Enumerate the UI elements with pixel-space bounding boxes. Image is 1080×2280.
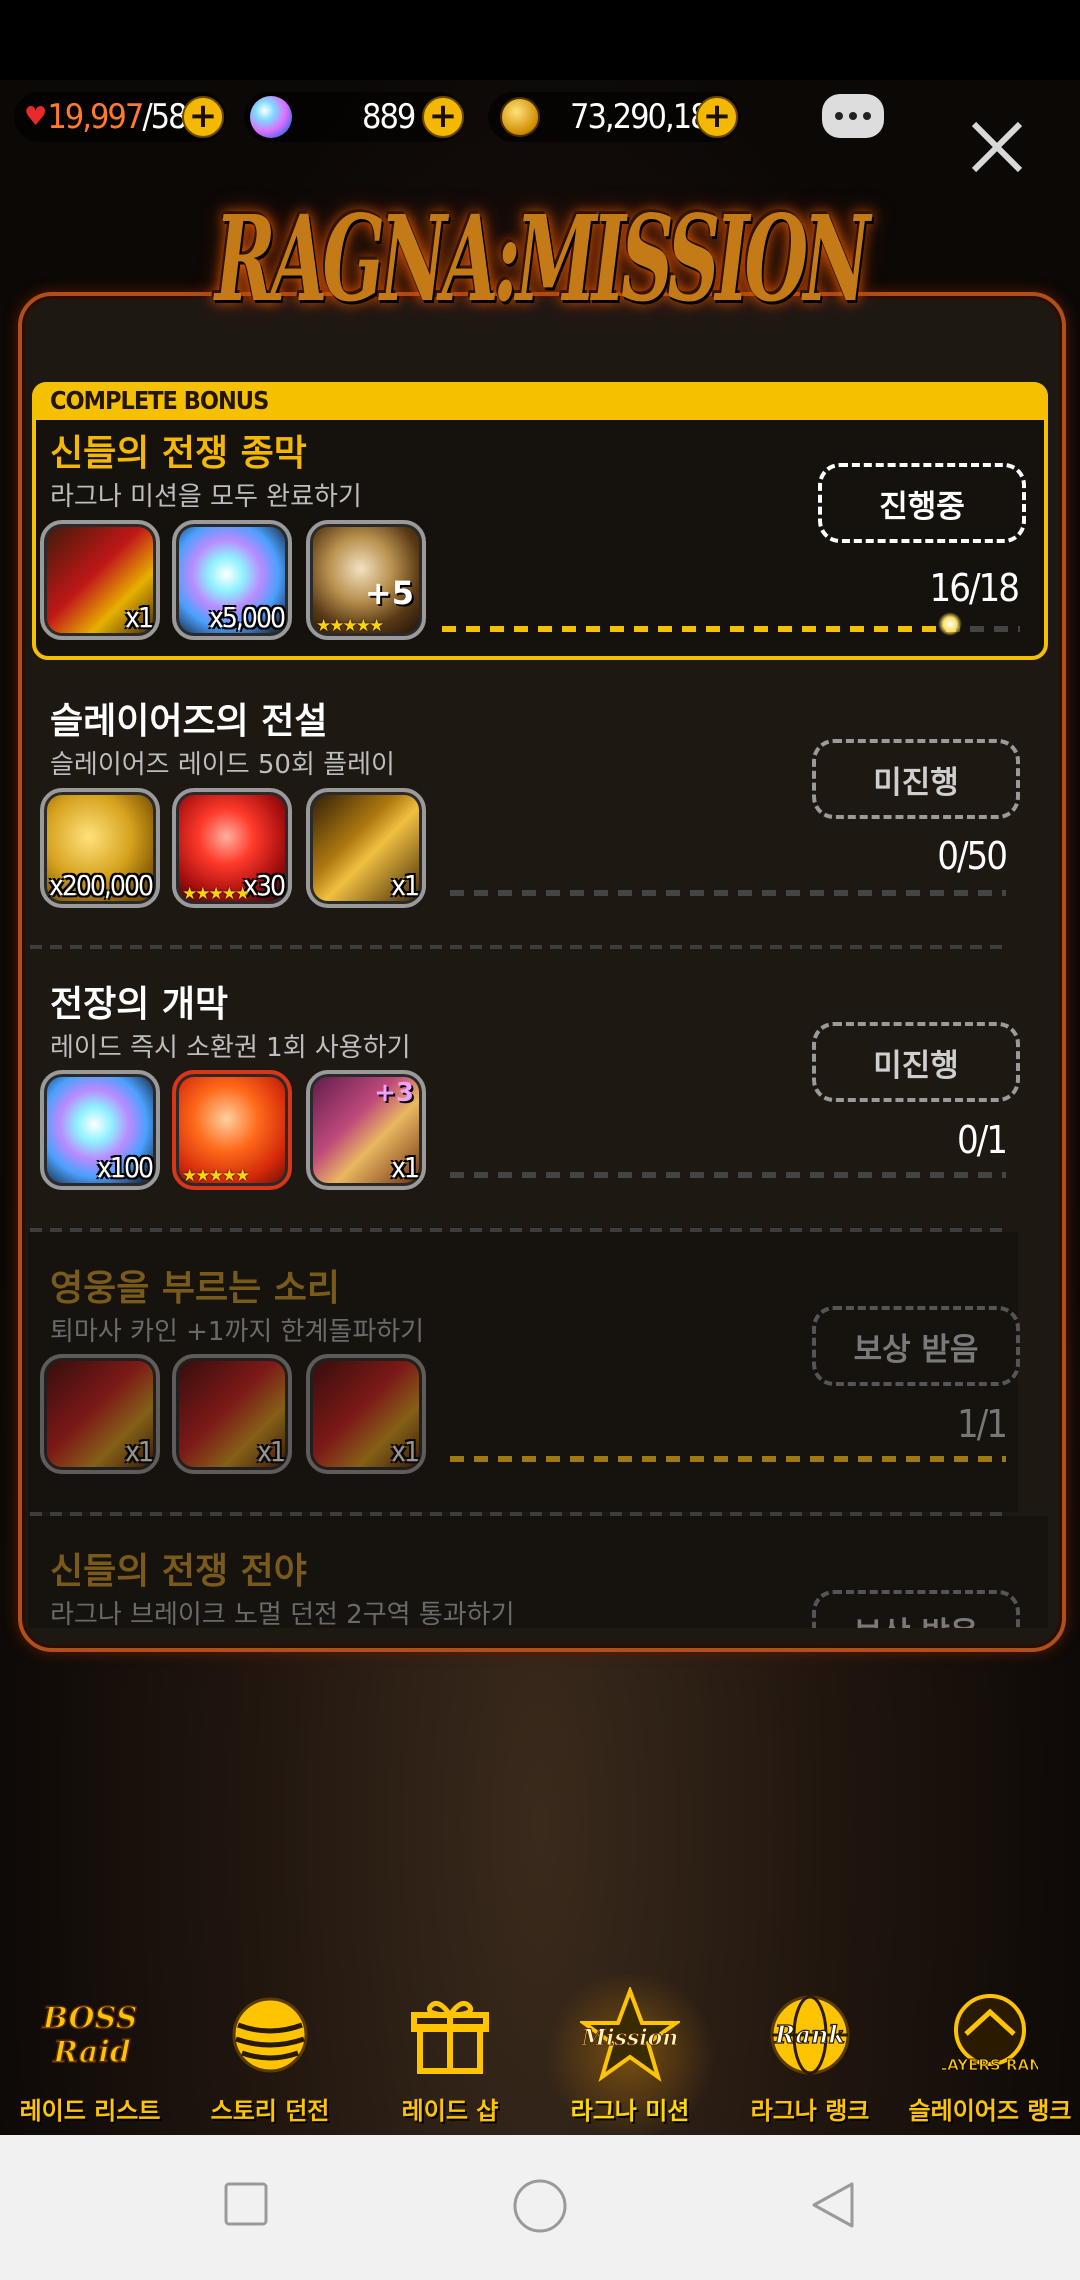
menu-ragna-rank[interactable]: Rank 라그나 랭크	[720, 1975, 900, 2135]
separator	[30, 945, 1010, 949]
close-icon[interactable]	[962, 112, 1032, 182]
recent-apps-icon[interactable]	[222, 2180, 270, 2228]
mission-count: 0/1	[956, 1118, 1008, 1162]
menu-label: 슬레이어즈 랭크	[908, 2097, 1072, 2125]
menu-ragna-mission[interactable]: Mission 라그나 미션	[540, 1975, 720, 2135]
enhance-stone-icon: +5 ★★★★★	[306, 520, 426, 640]
mission-desc: 슬레이어즈 레이드 50회 플레이	[50, 750, 395, 780]
mission-desc: 퇴마사 카인 +1까지 한계돌파하기	[50, 1317, 425, 1347]
menu-label: 레이드 샵	[401, 2097, 499, 2125]
story-orb-icon	[220, 1985, 320, 2085]
add-gem-button[interactable]: +	[422, 96, 464, 138]
summon-ticket-icon: +3 x1	[306, 1070, 426, 1190]
svg-text:BOSS: BOSS	[42, 2001, 138, 2036]
mission-count: 0/50	[937, 834, 1008, 878]
svg-text:Raid: Raid	[52, 2035, 130, 2070]
add-stamina-button[interactable]: +	[182, 96, 224, 138]
bottom-menu: BOSS Raid 레이드 리스트 스토리 던전 레이드 샵 Mission 라…	[0, 1975, 1080, 2135]
heart-icon: ♥	[24, 102, 48, 132]
mission-title: 신들의 전쟁 전야	[50, 1551, 307, 1592]
svg-text:Mission: Mission	[581, 2025, 679, 2051]
menu-label: 라그나 미션	[570, 2097, 690, 2125]
mission-desc: 라그나 브레이크 노멀 던전 2구역 통과하기	[50, 1600, 515, 1628]
mission-desc: 레이드 즉시 소환권 1회 사용하기	[50, 1033, 411, 1063]
gold-coins-icon: x200,000	[40, 788, 160, 908]
sa-ticket-icon: x1	[306, 1354, 426, 1474]
mission-progress	[450, 890, 1006, 896]
home-icon[interactable]	[512, 2178, 568, 2234]
fire-slime-icon: ★★★★★	[172, 1070, 292, 1190]
menu-story-dungeon[interactable]: 스토리 던전	[180, 1975, 360, 2135]
complete-bonus-desc: 라그나 미션을 모두 완료하기	[50, 482, 362, 512]
rank-globe-icon: Rank	[760, 1985, 860, 2085]
menu-raid-shop[interactable]: 레이드 샵	[360, 1975, 540, 2135]
rainbow-gem-icon: x100	[40, 1070, 160, 1190]
back-icon[interactable]	[808, 2180, 858, 2230]
boss-raid-icon: BOSS Raid	[40, 1985, 140, 2085]
mission-progress	[450, 1172, 1006, 1178]
progress-spark-icon	[938, 612, 962, 636]
menu-label: 레이드 리스트	[19, 2097, 161, 2125]
gem-icon	[250, 96, 292, 138]
menu-raid-list[interactable]: BOSS Raid 레이드 리스트	[0, 1975, 180, 2135]
mission-item-clipped: 신들의 전쟁 전야 라그나 브레이크 노멀 던전 2구역 통과하기 보상 받음	[28, 1516, 1048, 1628]
sa-ticket-icon: x1	[40, 1354, 160, 1474]
svg-text:SLAYERS RANK: SLAYERS RANK	[942, 2056, 1038, 2074]
not-started-button[interactable]: 미진행	[812, 1022, 1020, 1102]
mission-star-icon: Mission	[580, 1985, 680, 2085]
mission-title: 슬레이어즈의 전설	[50, 701, 328, 742]
sa-ticket-icon: x1	[172, 1354, 292, 1474]
menu-label: 라그나 랭크	[750, 2097, 870, 2125]
svg-text:Rank: Rank	[774, 2020, 845, 2049]
menu-label: 스토리 던전	[210, 2097, 330, 2125]
complete-bonus-label: COMPLETE BONUS	[50, 386, 269, 415]
slayers-rank-icon: SLAYERS RANK	[940, 1985, 1040, 2085]
mission-title: 영웅을 부르는 소리	[50, 1268, 341, 1309]
gold-ticket-icon: x1	[306, 788, 426, 908]
gift-box-icon	[400, 1985, 500, 2085]
gold-coin-icon	[500, 97, 540, 137]
ticket-box-icon: x1	[40, 520, 160, 640]
add-gold-button[interactable]: +	[696, 96, 738, 138]
complete-bonus-count: 16/18	[929, 566, 1020, 610]
menu-slayers-rank[interactable]: SLAYERS RANK 슬레이어즈 랭크	[900, 1975, 1080, 2135]
mission-title: 전장의 개막	[50, 984, 229, 1025]
not-started-button[interactable]: 미진행	[812, 739, 1020, 819]
in-progress-button[interactable]: 진행중	[818, 463, 1026, 543]
rainbow-gem-icon: x5,000	[172, 520, 292, 640]
complete-bonus-progress	[442, 626, 1020, 632]
mission-count: 1/1	[956, 1402, 1008, 1446]
complete-bonus-title: 신들의 전쟁 종막	[50, 433, 307, 474]
reward-claimed-button[interactable]: 보상 받음	[812, 1306, 1020, 1386]
page-title: RAGNA:MISSION	[214, 188, 870, 328]
mission-progress	[450, 1456, 1006, 1462]
chat-icon[interactable]	[822, 94, 884, 138]
red-gem-icon: x30 ★★★★★	[172, 788, 292, 908]
stamina-value: 19,997	[47, 97, 144, 137]
gem-value: 889	[362, 97, 416, 137]
status-bar	[0, 0, 1080, 80]
reward-claimed-button[interactable]: 보상 받음	[812, 1590, 1020, 1628]
